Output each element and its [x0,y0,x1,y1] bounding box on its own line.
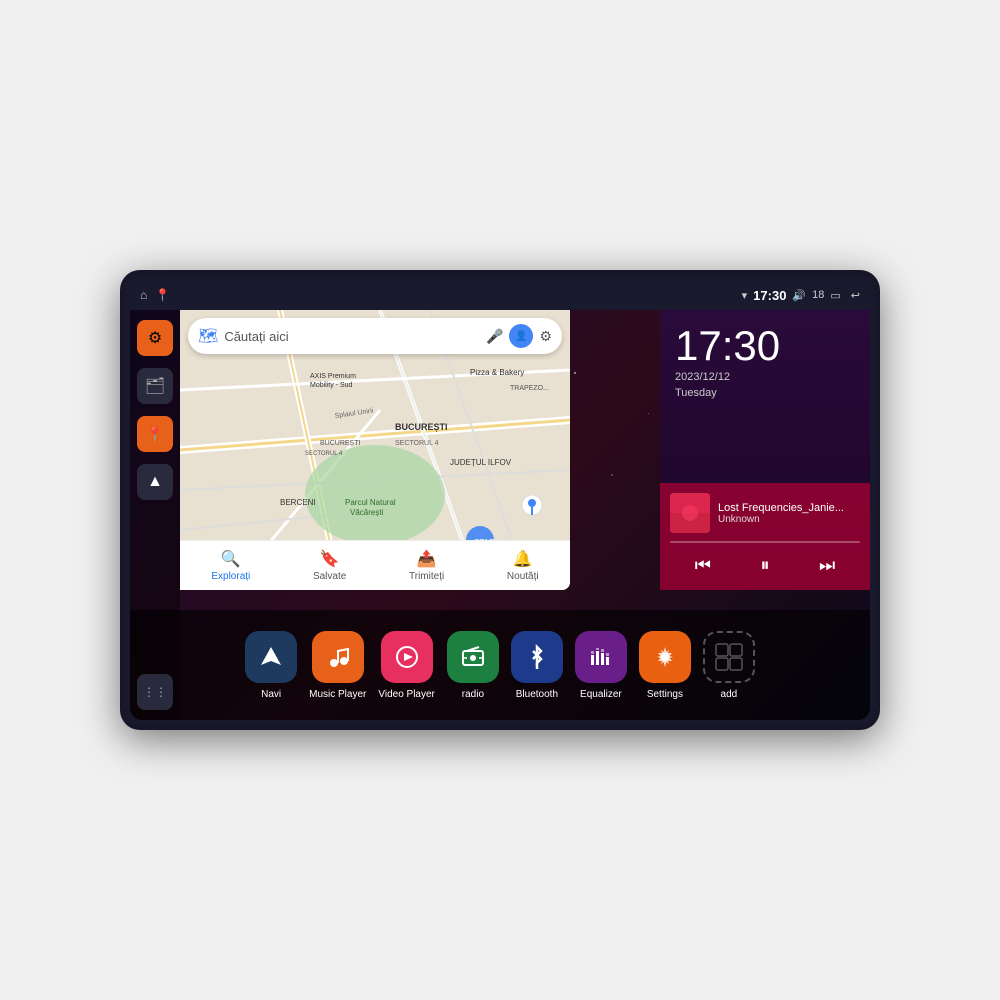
navi-icon [245,631,297,683]
map-bottom-nav: 🔍 Explorați 🔖 Salvate 📤 Trimiteți � [180,540,570,590]
map-nav-send[interactable]: 📤 Trimiteți [409,549,444,582]
app-music-player[interactable]: Music Player [309,631,366,700]
sidebar-item-apps[interactable]: ⋮⋮ [137,674,173,710]
settings-label: Settings [647,689,683,700]
bluetooth-icon [511,631,563,683]
user-avatar[interactable]: 👤 [509,324,533,348]
music-player-label: Music Player [309,689,366,700]
video-player-label: Video Player [378,689,435,700]
music-player-widget: Lost Frequencies_Janie... Unknown ⏮ ⏸ ⏭ [660,483,870,590]
app-equalizer[interactable]: Equalizer [575,631,627,700]
svg-text:BUCUREȘTI: BUCUREȘTI [395,422,448,432]
status-time: 17:30 [753,288,786,303]
maps-status-icon[interactable]: 📍 [155,288,170,302]
svg-text:TRAPEZO...: TRAPEZO... [510,385,549,392]
device-screen: ⌂ 📍 ▾ 17:30 🔊 18 ▭ ↩ [130,280,870,720]
svg-text:Văcărești: Văcărești [350,508,384,517]
status-left-icons: ⌂ 📍 [140,288,170,302]
pause-button[interactable]: ⏸ [757,551,774,580]
sidebar-item-navigation[interactable]: ▲ [137,464,173,500]
next-button[interactable]: ⏭ [815,551,839,580]
track-artist: Unknown [718,514,860,525]
svg-text:JUDEȚUL ILFOV: JUDEȚUL ILFOV [450,458,512,467]
video-player-icon [381,631,433,683]
svg-text:SECTORUL 4: SECTORUL 4 [395,440,439,447]
device-frame: ⌂ 📍 ▾ 17:30 🔊 18 ▭ ↩ [120,270,880,730]
home-icon[interactable]: ⌂ [140,288,147,302]
saved-icon: 🔖 [320,549,340,569]
app-radio[interactable]: radio [447,631,499,700]
map-nav-explore[interactable]: 🔍 Explorați [211,549,250,582]
volume-icon: 🔊 [792,289,806,302]
explore-icon: 🔍 [221,549,241,569]
explore-label: Explorați [211,571,250,582]
radio-icon [447,631,499,683]
send-label: Trimiteți [409,571,444,582]
wifi-icon: ▾ [742,289,748,302]
battery-icon: ▭ [830,289,840,302]
svg-text:Pizza & Bakery: Pizza & Bakery [470,368,524,377]
track-info: Lost Frequencies_Janie... Unknown [718,502,860,525]
svg-text:SECTORUL 4: SECTORUL 4 [305,451,343,457]
send-icon: 📤 [417,549,437,569]
equalizer-icon [575,631,627,683]
right-panel: 17:30 2023/12/12 Tuesday [660,310,870,590]
clock-section: 17:30 2023/12/12 Tuesday [660,310,870,483]
navi-label: Navi [261,689,281,700]
svg-text:AXIS Premium: AXIS Premium [310,373,356,380]
clock-display: 17:30 2023/12/12 Tuesday [675,325,780,399]
equalizer-label: Equalizer [580,689,622,700]
sidebar-item-files[interactable]: 🗂 [137,368,173,404]
map-nav-news[interactable]: 🔔 Noutăți [507,549,539,582]
app-navi[interactable]: Navi [245,631,297,700]
svg-text:Mobility - Sud: Mobility - Sud [310,382,353,389]
music-info: Lost Frequencies_Janie... Unknown [670,493,860,533]
map-nav-saved[interactable]: 🔖 Salvate [313,549,346,582]
bluetooth-label: Bluetooth [516,689,558,700]
track-name: Lost Frequencies_Janie... [718,502,860,514]
sidebar-item-maps[interactable]: 📍 [137,416,173,452]
svg-text:BERCENI: BERCENI [280,498,316,507]
mic-icon[interactable]: 🎤 [486,328,503,345]
sidebar-item-settings[interactable]: ⚙ [137,320,173,356]
left-sidebar: ⚙ 🗂 📍 ▲ ⋮⋮ [130,310,180,720]
svg-text:Parcul Natural: Parcul Natural [345,498,396,507]
news-label: Noutăți [507,571,539,582]
map-search-text[interactable]: Căutați aici [224,329,480,344]
add-label: add [721,689,738,700]
app-grid-area: Navi Music Player [130,610,870,720]
status-right-info: ▾ 17:30 🔊 18 ▭ ↩ [742,288,860,303]
music-player-icon [312,631,364,683]
clock-date: 2023/12/12 [675,371,780,383]
app-video-player[interactable]: Video Player [378,631,435,700]
music-progress-bar[interactable] [670,541,860,543]
radio-label: radio [462,689,484,700]
google-maps-icon: 🗺 [198,326,218,346]
back-icon[interactable]: ↩ [851,289,860,302]
status-bar: ⌂ 📍 ▾ 17:30 🔊 18 ▭ ↩ [130,280,870,310]
app-grid: Navi Music Player [245,631,755,700]
saved-label: Salvate [313,571,346,582]
battery-level: 18 [812,289,824,301]
map-searchbar[interactable]: 🗺 Căutați aici 🎤 👤 ⚙ [188,318,562,354]
main-area: ⚙ 🗂 📍 ▲ ⋮⋮ [130,310,870,720]
settings-icon [639,631,691,683]
clock-day: Tuesday [675,387,780,399]
prev-button[interactable]: ⏮ [691,551,715,580]
map-settings-icon[interactable]: ⚙ [539,328,552,345]
news-icon: 🔔 [513,549,533,569]
app-add[interactable]: add [703,631,755,700]
add-icon [703,631,755,683]
music-controls: ⏮ ⏸ ⏭ [670,551,860,580]
map-container[interactable]: Parcul Natural Văcărești BUCUREȘTI JUDEȚ… [180,310,570,590]
app-bluetooth[interactable]: Bluetooth [511,631,563,700]
svg-text:BUCUREȘTI: BUCUREȘTI [320,440,361,447]
clock-time: 17:30 [675,325,780,367]
album-art [670,493,710,533]
app-settings[interactable]: Settings [639,631,691,700]
